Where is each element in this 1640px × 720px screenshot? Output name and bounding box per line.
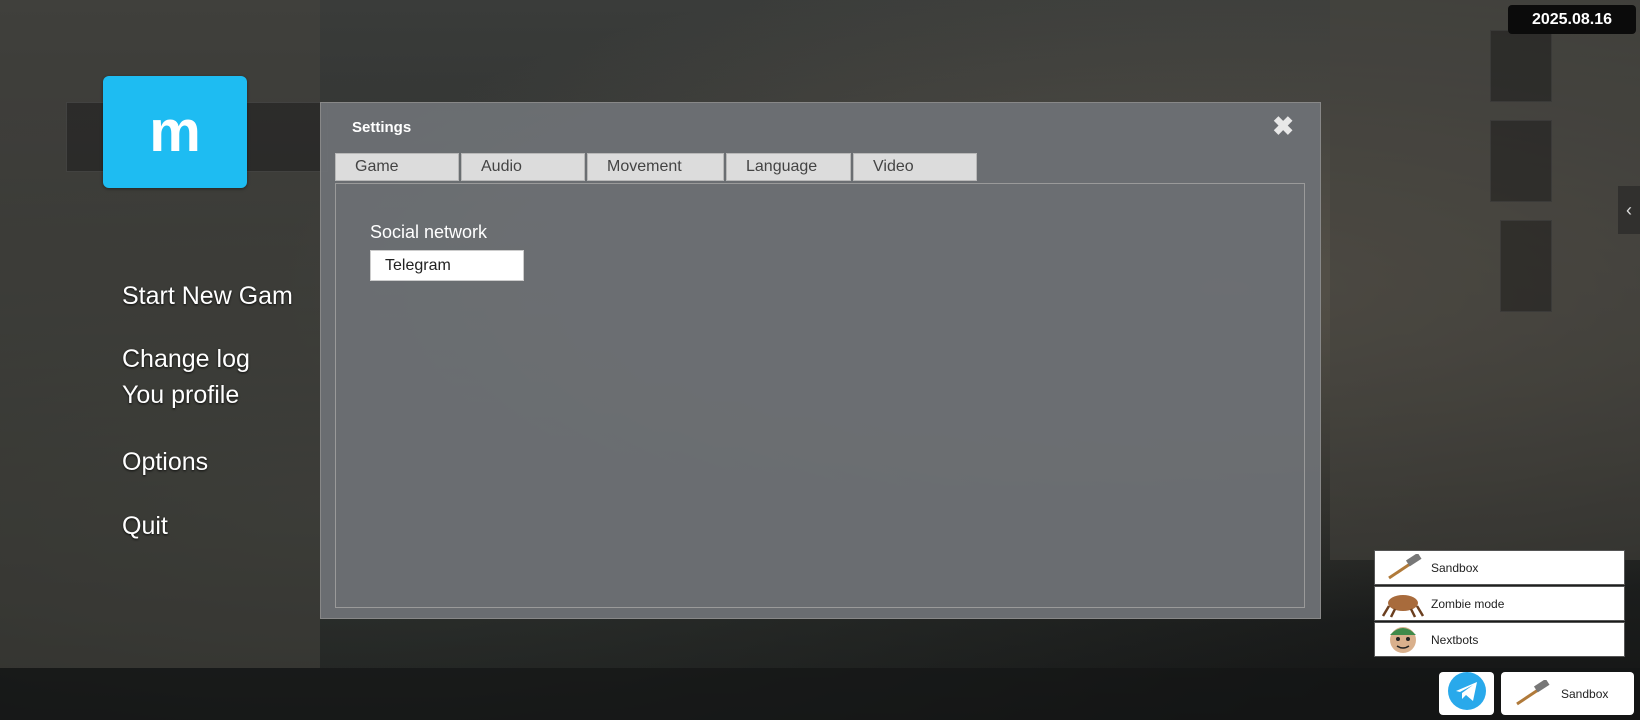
game-mode-nextbots[interactable]: Nextbots (1374, 622, 1625, 657)
chevron-left-icon: ‹ (1626, 199, 1632, 220)
bottom-bar (0, 668, 1640, 720)
tab-audio[interactable]: Audio (461, 153, 585, 181)
background-window (1500, 220, 1552, 312)
telegram-button[interactable] (1439, 672, 1494, 715)
sandbox-button[interactable]: Sandbox (1501, 672, 1634, 715)
close-icon[interactable]: ✖ (1272, 113, 1294, 139)
tab-language[interactable]: Language (726, 153, 851, 181)
change-log-button[interactable]: Change log (122, 345, 250, 374)
settings-tabs: Game Audio Movement Language Video (335, 153, 979, 181)
game-mode-label: Nextbots (1431, 632, 1479, 647)
background-window (1490, 120, 1552, 202)
social-network-select[interactable]: Telegram (370, 250, 524, 281)
game-mode-zombie[interactable]: Zombie mode (1374, 586, 1625, 621)
hammer-icon (1375, 551, 1431, 584)
background-window (1490, 30, 1552, 102)
telegram-icon (1447, 671, 1487, 716)
game-mode-sandbox[interactable]: Sandbox (1374, 550, 1625, 585)
logo-letter: m (149, 99, 201, 164)
settings-dialog: Settings ✖ Game Audio Movement Language … (320, 102, 1321, 619)
side-panel-toggle[interactable]: ‹ (1618, 186, 1640, 234)
sandbox-button-label: Sandbox (1561, 686, 1609, 701)
game-mode-label: Zombie mode (1431, 596, 1505, 611)
profile-button[interactable]: You profile (122, 381, 239, 410)
tab-video[interactable]: Video (853, 153, 977, 181)
options-button[interactable]: Options (122, 448, 208, 477)
headcrab-icon (1375, 587, 1431, 620)
nextbot-face-icon (1375, 623, 1431, 656)
hammer-icon (1501, 677, 1561, 710)
quit-button[interactable]: Quit (122, 512, 168, 541)
tab-movement[interactable]: Movement (587, 153, 724, 181)
social-network-label: Social network (370, 222, 488, 242)
dialog-title: Settings (352, 119, 412, 136)
date-badge: 2025.08.16 (1508, 5, 1636, 34)
game-mode-list: Sandbox Zombie mode Nextbots (1374, 550, 1625, 658)
start-new-game-button[interactable]: Start New Gam (122, 282, 293, 311)
logo: m (103, 76, 247, 188)
game-mode-label: Sandbox (1431, 560, 1479, 575)
tab-game[interactable]: Game (335, 153, 459, 181)
tab-panel-game: Social network Telegram (335, 183, 1305, 608)
background-building-right (1330, 0, 1640, 560)
